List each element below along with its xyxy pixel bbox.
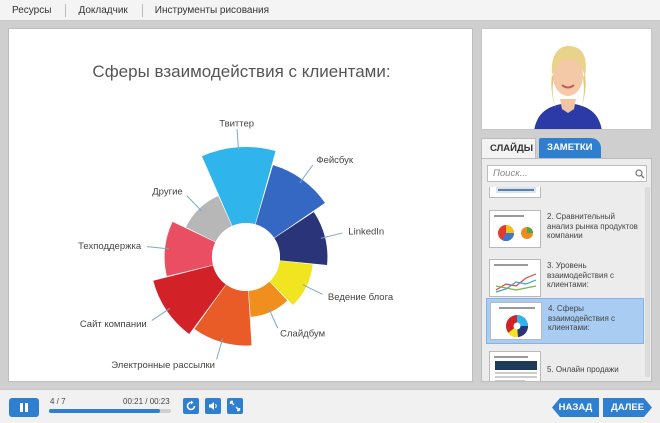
chart-leader-line <box>151 307 171 322</box>
menu-resources[interactable]: Ресурсы <box>0 3 67 17</box>
chart-leader-line <box>186 195 203 212</box>
prev-button[interactable]: НАЗАД <box>552 398 599 417</box>
chart-label: Сайт компании <box>80 319 147 330</box>
chart-label: Слайдбум <box>280 329 325 340</box>
slide-thumbnail <box>490 302 542 340</box>
chart-label: Ведение блога <box>328 292 394 303</box>
chart-leader-line <box>299 164 314 184</box>
player-controls: 4 / 7 00:21 / 00:23 НАЗАД ДАЛЕЕ <box>0 389 660 423</box>
search-input[interactable]: Поиск... <box>487 165 647 182</box>
top-menu-bar: Ресурсы Докладчик Инструменты рисования <box>0 0 660 21</box>
presenter-image <box>482 29 651 129</box>
volume-button[interactable] <box>205 398 221 414</box>
chart-label: Фейсбук <box>316 155 354 166</box>
slide-counter: 4 / 7 <box>50 397 66 406</box>
search-icon[interactable] <box>635 169 645 179</box>
slide-list-item-5[interactable]: 5. Онлайн продажи <box>486 348 644 381</box>
chart-label: Другие <box>152 186 182 197</box>
chart-label: LinkedIn <box>348 226 384 237</box>
menu-presenter[interactable]: Докладчик <box>66 3 143 17</box>
chart-label: Твиттер <box>219 118 254 129</box>
fullscreen-button[interactable] <box>227 398 243 414</box>
time-display: 00:21 / 00:23 <box>123 397 170 406</box>
slide-list-item-3[interactable]: 3. Уровень взаимодействия с клиентами: <box>486 256 644 300</box>
player-window: Ресурсы Докладчик Инструменты рисования … <box>0 0 660 423</box>
chart-center-hole <box>212 223 280 291</box>
volume-icon <box>209 402 217 410</box>
slide-thumbnail <box>489 187 541 198</box>
presenter-video <box>481 28 652 130</box>
slide-canvas: Сферы взаимодействия с клиентами: Твитте… <box>8 28 473 382</box>
replay-button[interactable] <box>183 398 199 414</box>
chart-leader-line <box>302 284 323 295</box>
tab-notes[interactable]: ЗАМЕТКИ <box>539 138 601 158</box>
replay-icon <box>186 400 196 411</box>
slides-panel: Поиск... 2. Сравнительный анализ рынка п… <box>481 158 652 382</box>
tab-slides[interactable]: СЛАЙДЫ <box>481 138 536 158</box>
polar-chart: Твиттер Фейсбук LinkedIn Ведение блога Слайд… <box>78 118 394 371</box>
slide-list-scrollbar[interactable] <box>645 187 650 377</box>
slide-thumbnail <box>489 351 541 381</box>
chart-label: Электронные рассылки <box>111 360 215 371</box>
fullscreen-icon <box>229 400 241 412</box>
next-button[interactable]: ДАЛЕЕ <box>603 398 652 417</box>
pause-button[interactable] <box>9 398 39 417</box>
sidebar-tabs: СЛАЙДЫ ЗАМЕТКИ <box>481 138 652 158</box>
chart-label: Техподдержка <box>78 241 142 252</box>
slide-list: 2. Сравнительный анализ рынка продуктов … <box>482 187 651 381</box>
progress-fill <box>49 409 161 413</box>
menu-drawing-tools[interactable]: Инструменты рисования <box>143 4 283 17</box>
chart-leader-line <box>268 307 279 329</box>
slide-list-item-2[interactable]: 2. Сравнительный анализ рынка продуктов … <box>486 207 644 251</box>
slide-list-item-4[interactable]: 4. Сферы взаимодействия с клиентами: <box>486 298 644 344</box>
slide-thumbnail <box>489 210 541 248</box>
slide-thumbnail <box>489 259 541 297</box>
progress-bar[interactable] <box>49 409 171 413</box>
slide-list-item-1[interactable] <box>486 187 644 201</box>
